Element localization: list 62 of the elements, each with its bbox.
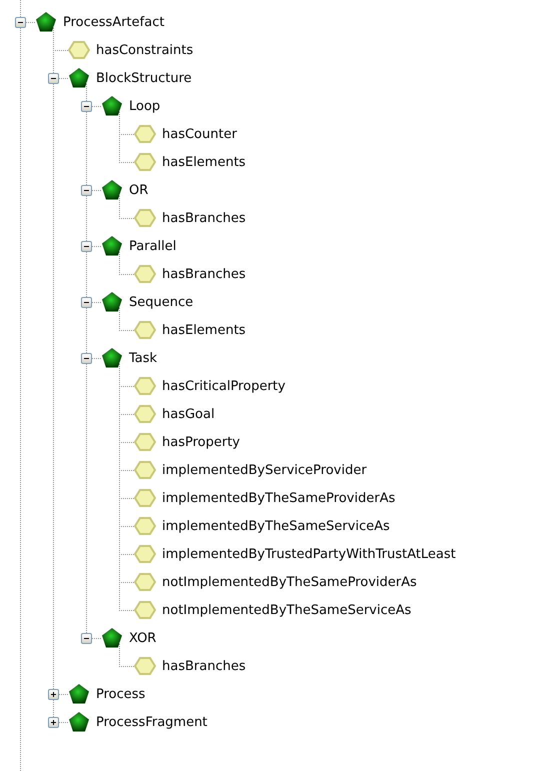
pentagon-icon [68, 683, 90, 705]
tree-item-label[interactable]: hasCounter [162, 126, 237, 142]
pentagon-icon [101, 235, 123, 257]
tree-item-label[interactable]: hasCriticalProperty [162, 378, 286, 394]
hexagon-icon [134, 487, 156, 509]
collapse-toggle[interactable] [80, 296, 92, 308]
collapse-toggle[interactable] [80, 632, 92, 644]
tree-item-label[interactable]: hasBranches [162, 210, 246, 226]
hexagon-icon [134, 123, 156, 145]
hexagon-icon [134, 263, 156, 285]
hexagon-icon [134, 515, 156, 537]
tree-item-label[interactable]: implementedByTheSameProviderAs [162, 490, 396, 506]
hexagon-icon [134, 459, 156, 481]
collapse-toggle[interactable] [80, 184, 92, 196]
tree-item-label[interactable]: OR [129, 182, 148, 198]
tree-item-label[interactable]: implementedByTrustedPartyWithTrustAtLeast [162, 546, 456, 562]
tree-item-label[interactable]: hasConstraints [96, 42, 194, 58]
tree-item-label[interactable]: hasGoal [162, 406, 215, 422]
pentagon-icon [68, 67, 90, 89]
tree-item-label[interactable]: notImplementedByTheSameProviderAs [162, 574, 417, 590]
tree-item-label[interactable]: Process [96, 686, 146, 702]
expand-toggle[interactable] [48, 716, 58, 728]
collapse-toggle[interactable] [48, 72, 58, 84]
hexagon-icon [134, 655, 156, 677]
pentagon-icon [101, 291, 123, 313]
tree-item-label[interactable]: hasElements [162, 322, 246, 338]
tree-item-label[interactable]: hasBranches [162, 266, 246, 282]
tree-item-label[interactable]: BlockStructure [96, 70, 192, 86]
tree-item-label[interactable]: hasBranches [162, 658, 246, 674]
pentagon-icon [35, 11, 57, 33]
hexagon-icon [134, 151, 156, 173]
hexagon-icon [134, 571, 156, 593]
tree-item-label[interactable]: hasProperty [162, 434, 240, 450]
tree-item-label[interactable]: implementedByTheSameServiceAs [162, 518, 390, 534]
pentagon-icon [101, 95, 123, 117]
tree-item-label[interactable]: Task [129, 350, 158, 366]
hexagon-icon [68, 39, 90, 61]
hexagon-icon [134, 207, 156, 229]
hexagon-icon [134, 431, 156, 453]
tree-item-label[interactable]: notImplementedByTheSameServiceAs [162, 602, 412, 618]
collapse-toggle[interactable] [80, 352, 92, 364]
pentagon-icon [101, 627, 123, 649]
expand-toggle[interactable] [48, 688, 58, 700]
hexagon-icon [134, 403, 156, 425]
tree-item-label[interactable]: hasElements [162, 154, 246, 170]
tree-item-label[interactable]: ProcessFragment [96, 714, 208, 730]
pentagon-icon [68, 711, 90, 733]
collapse-toggle[interactable] [80, 240, 92, 252]
hexagon-icon [134, 543, 156, 565]
collapse-toggle[interactable] [80, 100, 92, 112]
collapse-toggle[interactable] [14, 16, 26, 28]
tree-item-label[interactable]: XOR [129, 630, 156, 646]
pentagon-icon [101, 179, 123, 201]
tree-item-label[interactable]: ProcessArtefact [63, 14, 164, 30]
tree-item-label[interactable]: Sequence [129, 294, 194, 310]
pentagon-icon [101, 347, 123, 369]
tree-item-label[interactable]: Loop [129, 98, 160, 114]
hexagon-icon [134, 319, 156, 341]
hexagon-icon [134, 375, 156, 397]
hexagon-icon [134, 599, 156, 621]
tree-item-label[interactable]: Parallel [129, 238, 176, 254]
tree-item-label[interactable]: implementedByServiceProvider [162, 462, 367, 478]
